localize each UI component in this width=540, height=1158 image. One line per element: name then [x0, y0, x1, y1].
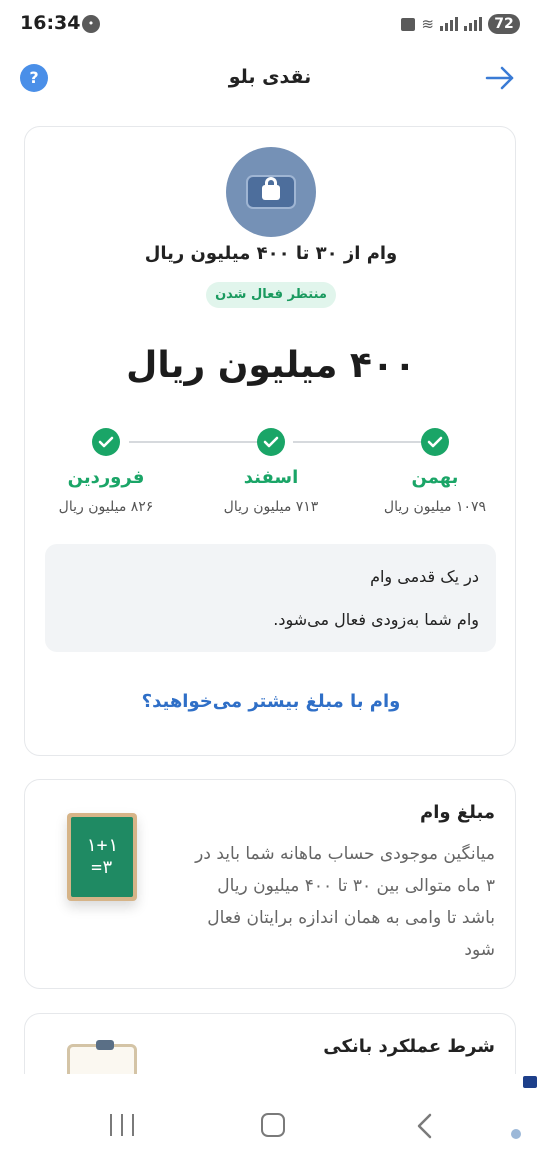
timeline-connector: [293, 441, 433, 443]
status-badge: منتظر فعال شدن: [206, 282, 336, 308]
board-line: ۱+۱: [85, 835, 119, 856]
scroll-clip: شرط عملکرد بانکی: [0, 1010, 540, 1074]
board-line: =۳: [91, 857, 113, 878]
back-button[interactable]: [414, 1112, 434, 1140]
notification-badge-icon: [523, 1076, 537, 1088]
loan-amount-card: مبلغ وام میانگین موجودی حساب ماهانه شما …: [24, 779, 516, 989]
loan-status-card: وام از ۳۰ تا ۴۰۰ میلیون ریال منتظر فعال …: [24, 126, 516, 756]
message-notification-icon: •: [82, 15, 100, 33]
status-bar: 16:34 • ≋ 72: [0, 0, 540, 48]
timeline-connector: [129, 441, 269, 443]
page-title: نقدی بلو: [228, 66, 312, 88]
timeline-value: ۸۲۶ میلیون ریال: [58, 499, 154, 515]
battery-indicator: 72: [488, 14, 520, 34]
section-title: مبلغ وام: [420, 802, 495, 823]
check-icon: [92, 428, 120, 456]
watermark-icon: [511, 1129, 521, 1139]
wifi-icon: ≋: [421, 15, 434, 33]
info-text: وام شما به‌زودی فعال می‌شود.: [273, 610, 479, 629]
timeline-month: اسفند: [243, 467, 299, 488]
lock-icon: [226, 147, 316, 237]
home-button[interactable]: [261, 1113, 285, 1137]
arrow-right-icon[interactable]: [484, 62, 516, 94]
section-title: شرط عملکرد بانکی: [323, 1036, 495, 1057]
higher-amount-link[interactable]: وام با مبلغ بیشتر می‌خواهید؟: [25, 691, 517, 712]
check-icon: [257, 428, 285, 456]
timeline-value: ۷۱۳ میلیون ریال: [223, 499, 319, 515]
status-time: 16:34: [20, 12, 81, 34]
timeline-month: بهمن: [411, 467, 459, 488]
signal-2-icon: [464, 17, 482, 31]
chalkboard-icon: ۱+۱ =۳: [67, 813, 137, 901]
recent-apps-button[interactable]: [110, 1114, 134, 1136]
info-title: در یک قدمی وام: [370, 567, 479, 586]
check-icon: [421, 428, 449, 456]
timeline-month: فروردین: [67, 467, 145, 488]
signal-icon: [440, 17, 458, 31]
notification-icon: [401, 17, 416, 31]
app-header: ? نقدی بلو: [0, 52, 540, 104]
loan-amount: ۴۰۰ میلیون ریال: [126, 345, 416, 386]
info-box: در یک قدمی وام وام شما به‌زودی فعال می‌ش…: [45, 544, 496, 652]
bank-performance-card: شرط عملکرد بانکی: [24, 1013, 516, 1074]
status-indicators: ≋ 72: [401, 13, 520, 35]
clipboard-icon: [67, 1040, 137, 1074]
system-nav-bar: [0, 1076, 540, 1158]
timeline-value: ۱۰۷۹ میلیون ریال: [383, 499, 487, 515]
loan-range-text: وام از ۳۰ تا ۴۰۰ میلیون ریال: [144, 243, 398, 264]
section-text: میانگین موجودی حساب ماهانه شما باید در ۳…: [195, 844, 495, 960]
